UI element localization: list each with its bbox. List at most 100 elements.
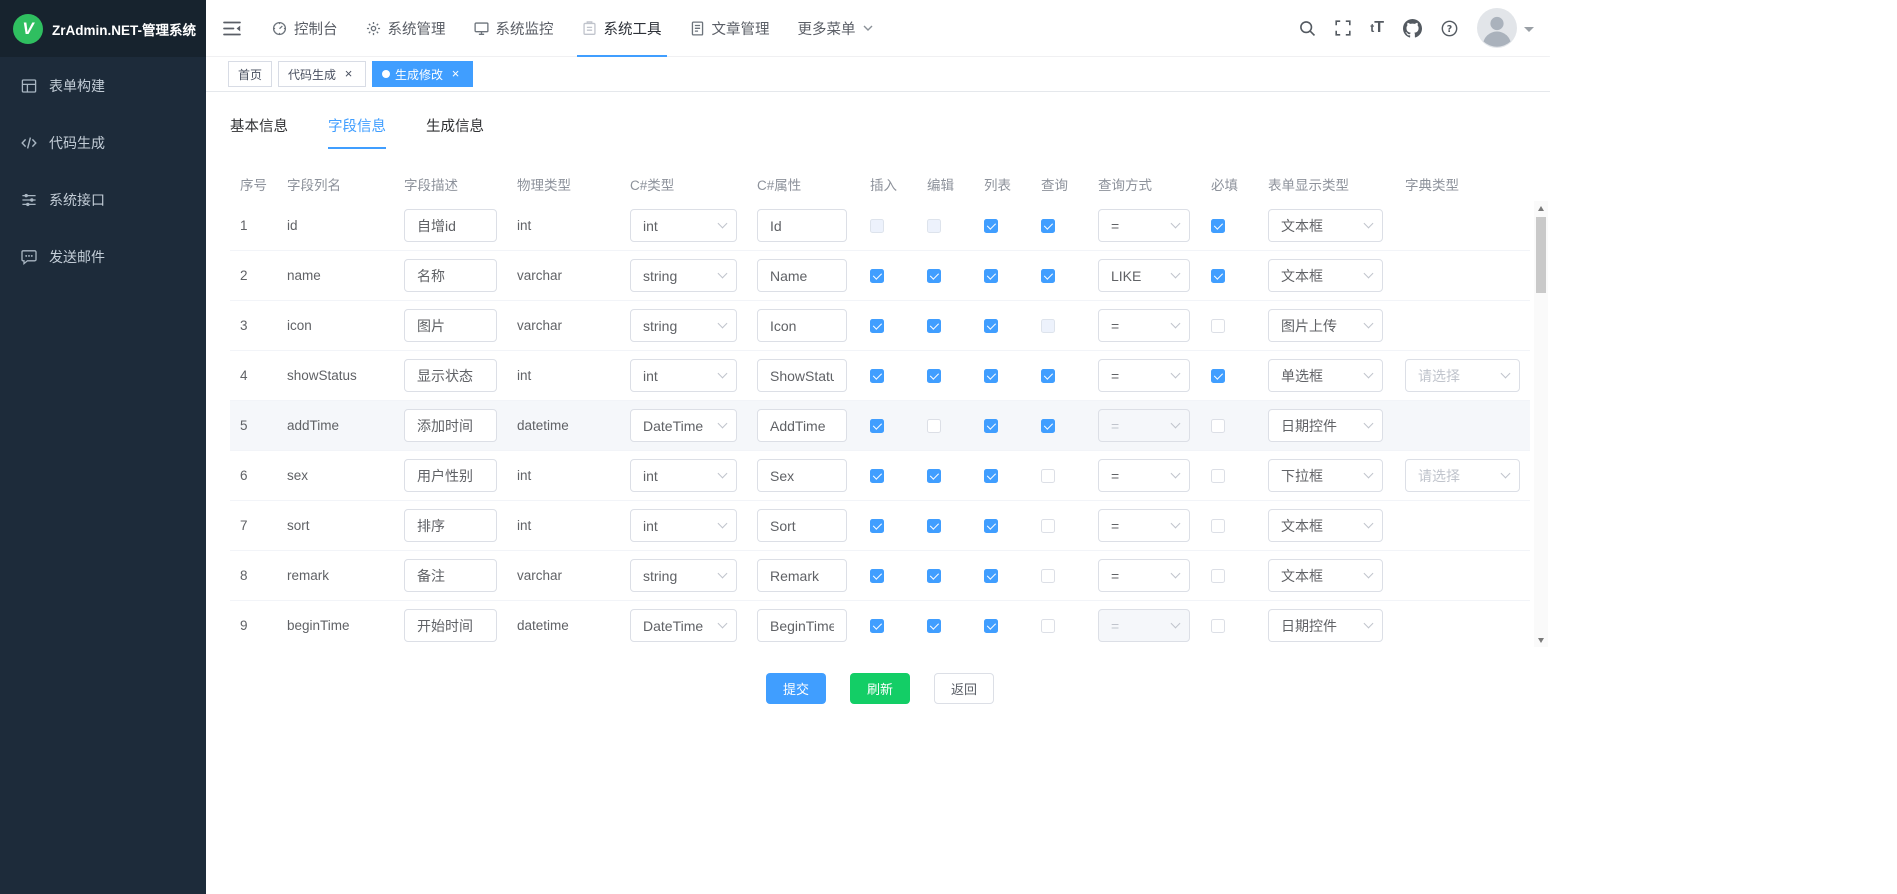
github-icon[interactable] <box>1403 19 1422 38</box>
insert-checkbox[interactable] <box>870 419 884 433</box>
csharp-prop-input[interactable] <box>757 259 847 292</box>
query-type-select[interactable]: = <box>1098 609 1190 642</box>
column-desc-input[interactable] <box>404 259 497 292</box>
insert-checkbox[interactable] <box>870 269 884 283</box>
insert-checkbox[interactable] <box>870 619 884 633</box>
column-desc-input[interactable] <box>404 209 497 242</box>
column-desc-input[interactable] <box>404 409 497 442</box>
query-checkbox[interactable] <box>1041 419 1055 433</box>
query-type-select[interactable]: = <box>1098 459 1190 492</box>
display-type-select[interactable]: 下拉框 <box>1268 459 1383 492</box>
display-type-select[interactable]: 文本框 <box>1268 509 1383 542</box>
close-icon[interactable]: × <box>448 67 463 82</box>
column-desc-input[interactable] <box>404 609 497 642</box>
csharp-prop-input[interactable] <box>757 559 847 592</box>
display-type-select[interactable]: 文本框 <box>1268 259 1383 292</box>
query-checkbox[interactable] <box>1041 319 1055 333</box>
tag-code-gen[interactable]: 代码生成× <box>278 61 366 87</box>
csharp-type-select[interactable]: string <box>630 259 737 292</box>
sidebar-item-api[interactable]: 系统接口 <box>0 171 206 228</box>
font-size-icon[interactable]: tT <box>1370 20 1384 36</box>
query-type-select[interactable]: = <box>1098 209 1190 242</box>
required-checkbox[interactable] <box>1211 469 1225 483</box>
csharp-prop-input[interactable] <box>757 359 847 392</box>
csharp-type-select[interactable]: string <box>630 309 737 342</box>
list-checkbox[interactable] <box>984 269 998 283</box>
topnav-item-more-menu[interactable]: 更多菜单 <box>784 0 887 56</box>
display-type-select[interactable]: 图片上传 <box>1268 309 1383 342</box>
tag-home[interactable]: 首页 <box>228 61 272 87</box>
required-checkbox[interactable] <box>1211 619 1225 633</box>
required-checkbox[interactable] <box>1211 269 1225 283</box>
query-checkbox[interactable] <box>1041 469 1055 483</box>
csharp-type-select[interactable]: int <box>630 209 737 242</box>
close-icon[interactable]: × <box>341 67 356 82</box>
query-checkbox[interactable] <box>1041 619 1055 633</box>
tab-field-info[interactable]: 字段信息 <box>328 115 386 149</box>
table-scrollbar[interactable] <box>1534 201 1548 647</box>
csharp-prop-input[interactable] <box>757 409 847 442</box>
query-type-select[interactable]: = <box>1098 359 1190 392</box>
query-checkbox[interactable] <box>1041 519 1055 533</box>
query-type-select[interactable]: = <box>1098 559 1190 592</box>
insert-checkbox[interactable] <box>870 569 884 583</box>
dict-type-select[interactable]: 请选择 <box>1405 359 1520 392</box>
edit-checkbox[interactable] <box>927 219 941 233</box>
topnav-item-system-monitor[interactable]: 系统监控 <box>460 0 568 56</box>
display-type-select[interactable]: 日期控件 <box>1268 409 1383 442</box>
insert-checkbox[interactable] <box>870 519 884 533</box>
csharp-prop-input[interactable] <box>757 209 847 242</box>
display-type-select[interactable]: 单选框 <box>1268 359 1383 392</box>
topnav-item-articles[interactable]: 文章管理 <box>676 0 784 56</box>
edit-checkbox[interactable] <box>927 619 941 633</box>
refresh-button[interactable]: 刷新 <box>850 673 910 704</box>
edit-checkbox[interactable] <box>927 519 941 533</box>
edit-checkbox[interactable] <box>927 319 941 333</box>
tab-gen-info[interactable]: 生成信息 <box>426 115 484 149</box>
query-type-select[interactable]: = <box>1098 309 1190 342</box>
insert-checkbox[interactable] <box>870 469 884 483</box>
required-checkbox[interactable] <box>1211 419 1225 433</box>
display-type-select[interactable]: 文本框 <box>1268 559 1383 592</box>
column-desc-input[interactable] <box>404 359 497 392</box>
edit-checkbox[interactable] <box>927 369 941 383</box>
required-checkbox[interactable] <box>1211 519 1225 533</box>
list-checkbox[interactable] <box>984 419 998 433</box>
required-checkbox[interactable] <box>1211 569 1225 583</box>
csharp-prop-input[interactable] <box>757 609 847 642</box>
scroll-up-icon[interactable] <box>1534 201 1548 215</box>
tag-gen-edit[interactable]: 生成修改× <box>372 61 473 87</box>
scroll-down-icon[interactable] <box>1534 633 1548 647</box>
search-icon[interactable] <box>1299 20 1316 37</box>
display-type-select[interactable]: 文本框 <box>1268 209 1383 242</box>
csharp-type-select[interactable]: DateTime <box>630 409 737 442</box>
column-desc-input[interactable] <box>404 459 497 492</box>
query-type-select[interactable]: = <box>1098 509 1190 542</box>
query-checkbox[interactable] <box>1041 369 1055 383</box>
csharp-type-select[interactable]: int <box>630 459 737 492</box>
csharp-prop-input[interactable] <box>757 509 847 542</box>
query-checkbox[interactable] <box>1041 219 1055 233</box>
list-checkbox[interactable] <box>984 519 998 533</box>
edit-checkbox[interactable] <box>927 419 941 433</box>
csharp-prop-input[interactable] <box>757 459 847 492</box>
csharp-type-select[interactable]: DateTime <box>630 609 737 642</box>
csharp-type-select[interactable]: int <box>630 359 737 392</box>
menu-fold-icon[interactable] <box>223 21 241 36</box>
column-desc-input[interactable] <box>404 559 497 592</box>
column-desc-input[interactable] <box>404 509 497 542</box>
topnav-item-system-admin[interactable]: 系统管理 <box>352 0 460 56</box>
fullscreen-icon[interactable] <box>1335 20 1351 36</box>
submit-button[interactable]: 提交 <box>766 673 826 704</box>
edit-checkbox[interactable] <box>927 269 941 283</box>
required-checkbox[interactable] <box>1211 319 1225 333</box>
sidebar-item-code-gen[interactable]: 代码生成 <box>0 114 206 171</box>
scrollbar-thumb[interactable] <box>1536 217 1546 293</box>
avatar-icon[interactable] <box>1477 8 1517 48</box>
query-checkbox[interactable] <box>1041 569 1055 583</box>
sidebar-item-send-mail[interactable]: 发送邮件 <box>0 228 206 285</box>
display-type-select[interactable]: 日期控件 <box>1268 609 1383 642</box>
list-checkbox[interactable] <box>984 219 998 233</box>
question-icon[interactable]: ? <box>1441 20 1458 37</box>
insert-checkbox[interactable] <box>870 369 884 383</box>
